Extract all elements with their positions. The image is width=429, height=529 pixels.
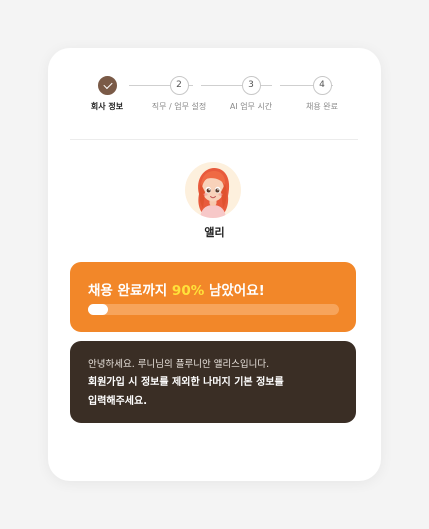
progress-stepper: 회사 정보 2 직무 / 업무 설정 3 AI 업무 시간 4 채용 완료	[70, 75, 358, 119]
step-2-circle: 2	[169, 76, 189, 95]
assistant-name: 앨리	[204, 226, 225, 239]
step-label: AI 업무 시간	[229, 102, 273, 111]
message-instruction: 입력해주세요.	[88, 396, 147, 407]
progress-bar-fill	[88, 304, 109, 315]
step-label: 채용 완료	[306, 102, 338, 111]
onboarding-card: 회사 정보 2 직무 / 업무 설정 3 AI 업무 시간 4 채용 완료 앨리…	[48, 48, 381, 481]
step-1-circle	[97, 76, 117, 95]
step-4-circle: 4	[312, 76, 332, 95]
step-ai-work-time[interactable]: 3 AI 업무 시간	[211, 75, 291, 112]
assistant-message: 안녕하세요. 루니님의 플루니안 앨리스입니다. 회원가입 시 정보를 제외한 …	[70, 341, 356, 423]
progress-percent: 90%	[171, 283, 205, 299]
girl-avatar-icon	[185, 162, 241, 218]
message-greeting: 안녕하세요. 루니님의 플루니안 앨리스입니다.	[88, 359, 270, 370]
progress-bar-track	[88, 304, 339, 315]
step-hiring-complete[interactable]: 4 채용 완료	[282, 75, 362, 112]
section-divider	[70, 139, 358, 140]
check-icon	[102, 79, 113, 90]
step-job-setting[interactable]: 2 직무 / 업무 설정	[139, 75, 219, 112]
progress-card: 채용 완료까지 90% 남았어요!	[70, 262, 356, 332]
message-instruction: 회원가입 시 정보를 제외한 나머지 기본 정보를	[88, 377, 284, 388]
step-3-circle: 3	[241, 76, 261, 95]
progress-title-prefix: 채용 완료까지	[88, 283, 172, 299]
progress-title: 채용 완료까지 90% 남았어요!	[88, 279, 265, 299]
progress-title-suffix: 남았어요!	[204, 283, 265, 299]
step-label: 회사 정보	[90, 102, 124, 111]
step-label: 직무 / 업무 설정	[151, 102, 207, 111]
step-company-info[interactable]: 회사 정보	[67, 75, 147, 112]
